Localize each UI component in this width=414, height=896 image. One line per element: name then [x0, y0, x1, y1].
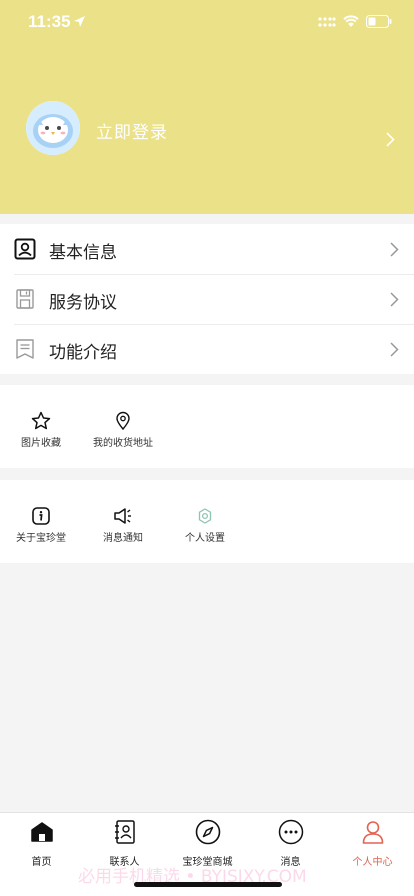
chevron-right-icon[interactable]	[386, 132, 395, 147]
menu-item-service-agreement[interactable]: 服务协议	[0, 274, 414, 324]
grid-item-label: 我的收货地址	[93, 438, 153, 449]
menu-item-label: 功能介绍	[49, 343, 117, 363]
tab-label: 首页	[31, 857, 52, 868]
grid-item-about[interactable]: 关于宝珍堂	[0, 507, 82, 544]
chevron-right-icon	[390, 292, 399, 307]
bookmark-doc-icon	[16, 339, 34, 359]
megaphone-icon	[114, 508, 131, 524]
grid-item-image-favorites[interactable]: 图片收藏	[0, 411, 82, 449]
wifi-icon	[343, 15, 359, 27]
compass-icon	[195, 819, 220, 845]
person-icon	[362, 821, 383, 844]
menu-item-features[interactable]: 功能介绍	[0, 324, 414, 374]
location-arrow-icon	[74, 16, 85, 27]
menu-item-basic-info[interactable]: 基本信息	[0, 224, 414, 274]
menu-item-label: 服务协议	[49, 293, 117, 313]
star-icon	[31, 411, 51, 430]
favorites-section: 图片收藏 我的收货地址	[0, 385, 414, 468]
tab-label: 个人中心	[352, 857, 393, 868]
grid-item-label: 消息通知	[103, 533, 143, 544]
info-icon	[32, 507, 50, 525]
grid-item-label: 图片收藏	[21, 438, 61, 449]
tab-profile[interactable]: 个人中心	[331, 819, 414, 868]
home-icon	[30, 822, 53, 842]
grid-item-personal-settings[interactable]: 个人设置	[164, 507, 246, 544]
chevron-right-icon	[390, 342, 399, 357]
settings-menu: 基本信息 服务协议 功能介绍	[0, 224, 414, 374]
status-time: 11:35	[28, 12, 71, 31]
status-bar: 11:35	[0, 0, 414, 44]
menu-item-label: 基本信息	[49, 243, 117, 263]
home-indicator[interactable]	[134, 882, 282, 887]
location-pin-icon	[116, 411, 130, 430]
profile-header: 11:35 立即登录	[0, 0, 414, 214]
floppy-disk-icon	[16, 289, 34, 309]
tab-home[interactable]: 首页	[0, 819, 83, 868]
chat-icon	[278, 819, 303, 845]
battery-icon	[366, 15, 392, 28]
contacts-icon	[114, 820, 135, 844]
about-section: 关于宝珍堂 消息通知 个人设置	[0, 480, 414, 563]
owl-avatar-icon	[26, 101, 80, 155]
grid-item-notifications[interactable]: 消息通知	[82, 507, 164, 544]
grid-item-shipping-address[interactable]: 我的收货地址	[82, 411, 164, 449]
chevron-right-icon	[390, 242, 399, 257]
signal-icon	[318, 17, 336, 27]
grid-item-label: 个人设置	[185, 533, 225, 544]
tab-messages[interactable]: 消息	[249, 819, 332, 868]
tab-contacts[interactable]: 联系人	[83, 819, 166, 868]
tab-mall[interactable]: 宝珍堂商城	[166, 819, 249, 868]
user-card-icon	[14, 238, 36, 260]
login-link[interactable]: 立即登录	[96, 118, 168, 143]
grid-item-label: 关于宝珍堂	[16, 533, 66, 544]
avatar[interactable]	[26, 101, 80, 155]
gear-icon	[198, 508, 212, 524]
